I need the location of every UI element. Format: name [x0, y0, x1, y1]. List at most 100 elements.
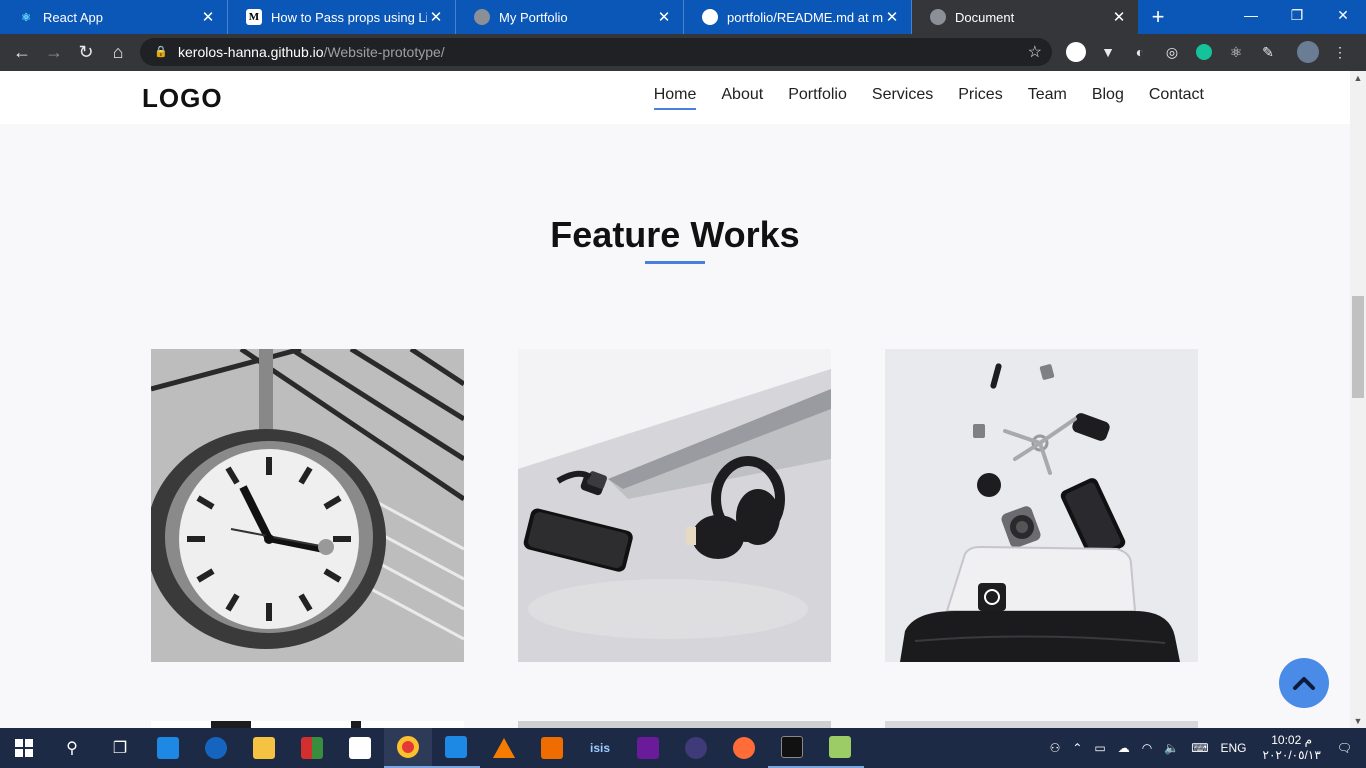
menu-icon[interactable]: ⋮ [1324, 38, 1356, 66]
bookmark-star-icon[interactable]: ☆ [1028, 42, 1042, 62]
react-icon: ⚛ [21, 11, 31, 24]
scroll-up-arrow-icon[interactable]: ▲ [1350, 71, 1366, 85]
browser-tab[interactable]: portfolio/README.md at maste ✕ [684, 0, 912, 34]
edge-icon[interactable] [192, 728, 240, 768]
task-view-icon[interactable]: ❐ [96, 728, 144, 768]
forward-icon[interactable]: → [38, 37, 70, 69]
work-card-keys[interactable] [885, 349, 1198, 662]
extension-icon[interactable] [1060, 38, 1092, 66]
reload-icon[interactable]: ↻ [70, 37, 102, 69]
page-scrollbar[interactable]: ▲ ▼ [1350, 71, 1366, 728]
close-tab-icon[interactable]: ✕ [655, 8, 673, 26]
work-image-peek [151, 721, 464, 728]
app-icon[interactable] [288, 728, 336, 768]
nav-portfolio[interactable]: Portfolio [788, 86, 847, 110]
notification-icon[interactable]: 🗨 [1337, 741, 1352, 755]
station-clock-image [151, 349, 464, 662]
profile-avatar[interactable] [1292, 38, 1324, 66]
work-card-laptop[interactable] [518, 349, 831, 662]
keyboard-icon[interactable]: ⌨ [1191, 741, 1208, 755]
scrollbar-thumb[interactable] [1352, 296, 1364, 398]
windows-start-icon[interactable] [0, 728, 48, 768]
browser-tab[interactable]: M How to Pass props using Link a ✕ [228, 0, 456, 34]
work-card-clock[interactable] [151, 349, 464, 662]
search-icon[interactable]: ⚲ [48, 728, 96, 768]
nav-about[interactable]: About [721, 86, 763, 110]
browser-toolbar: ← → ↻ ⌂ 🔒 kerolos-hanna.github.io/Websit… [0, 34, 1366, 71]
nav-blog[interactable]: Blog [1092, 86, 1124, 110]
file-explorer-icon[interactable] [240, 728, 288, 768]
volume-icon[interactable]: 🔈 [1164, 741, 1179, 755]
browser-tab-active[interactable]: Document ✕ [912, 0, 1138, 34]
close-tab-icon[interactable]: ✕ [427, 8, 445, 26]
url-path: /Website-prototype/ [323, 44, 445, 60]
chevron-up-icon[interactable]: ⌃ [1072, 741, 1082, 755]
tab-title: portfolio/README.md at maste [727, 9, 883, 25]
browser-tab[interactable]: ⚛ React App ✕ [0, 0, 228, 34]
medium-icon: M [246, 9, 262, 25]
nav-team[interactable]: Team [1028, 86, 1067, 110]
close-tab-icon[interactable]: ✕ [1110, 8, 1128, 26]
system-tray: ⚇ ⌃ ▭ ☁ ◠ 🔈 ⌨ ENG 10:02 م ٢٠٢٠/٠٥/١٣ 🗨 [1044, 728, 1366, 768]
nav-home[interactable]: Home [653, 86, 697, 110]
laptop-headphones-image [518, 349, 831, 662]
site-nav: Home About Portfolio Services Prices Tea… [629, 86, 1204, 110]
tab-title: How to Pass props using Link a [271, 9, 427, 25]
isis-icon[interactable]: isis [576, 728, 624, 768]
vlc-icon[interactable] [480, 728, 528, 768]
eclipse-icon[interactable] [672, 728, 720, 768]
pdf-app-icon[interactable] [528, 728, 576, 768]
visual-studio-icon[interactable] [624, 728, 672, 768]
react-devtools-icon[interactable]: ⚛ [1220, 38, 1252, 66]
close-tab-icon[interactable]: ✕ [883, 8, 901, 26]
language-indicator[interactable]: ENG [1221, 741, 1247, 755]
nav-contact[interactable]: Contact [1149, 86, 1204, 110]
extensions-area: ▼ ◐ ◎ ⚛ ✎ ⋮ [1060, 38, 1356, 66]
nav-services[interactable]: Services [872, 86, 933, 110]
site-header: LOGO Home About Portfolio Services Price… [0, 71, 1350, 124]
keys-phone-bag-image [885, 349, 1198, 662]
scroll-down-arrow-icon[interactable]: ▼ [1350, 714, 1366, 728]
windows-taskbar: ⚲ ❐ isis ⚇ ⌃ ▭ ☁ ◠ 🔈 ⌨ ENG 10:02 م ٢٠٢٠/… [0, 728, 1366, 768]
work-card-peek[interactable] [885, 721, 1198, 728]
globe-icon [474, 9, 490, 25]
mail-icon[interactable] [144, 728, 192, 768]
nav-prices[interactable]: Prices [958, 86, 1002, 110]
people-icon[interactable]: ⚇ [1050, 741, 1061, 755]
work-card-peek[interactable] [151, 721, 464, 728]
restore-icon[interactable]: ❐ [1274, 0, 1320, 30]
vscode-icon[interactable] [432, 728, 480, 768]
terminal-icon[interactable] [768, 728, 816, 768]
cloud-icon[interactable]: ☁ [1118, 741, 1130, 755]
extension-icon[interactable]: ◎ [1156, 38, 1188, 66]
clock-time: 10:02 م [1271, 733, 1313, 747]
postman-icon[interactable] [720, 728, 768, 768]
vue-devtools-icon[interactable]: ▼ [1092, 38, 1124, 66]
grammarly-icon[interactable] [1188, 38, 1220, 66]
clock[interactable]: 10:02 م ٢٠٢٠/٠٥/١٣ [1263, 733, 1321, 763]
window-controls: — ❐ ✕ [1228, 0, 1366, 30]
wifi-icon[interactable]: ◠ [1142, 741, 1152, 755]
work-image-peek [885, 721, 1198, 728]
address-bar[interactable]: 🔒 kerolos-hanna.github.io/Website-protot… [140, 38, 1052, 66]
notepad-icon[interactable] [816, 728, 864, 768]
back-icon[interactable]: ← [6, 37, 38, 69]
minimize-icon[interactable]: — [1228, 0, 1274, 30]
tab-title: My Portfolio [499, 9, 568, 25]
store-icon[interactable] [336, 728, 384, 768]
extension-icon[interactable]: ◐ [1124, 38, 1156, 66]
section-title: Feature Works [550, 214, 800, 255]
title-underline [645, 261, 705, 264]
battery-icon[interactable]: ▭ [1094, 741, 1105, 755]
lock-icon: 🔒 [154, 46, 168, 58]
color-picker-icon[interactable]: ✎ [1252, 38, 1284, 66]
new-tab-button[interactable]: + [1138, 0, 1178, 34]
browser-tab[interactable]: My Portfolio ✕ [456, 0, 684, 34]
close-window-icon[interactable]: ✕ [1320, 0, 1366, 30]
close-tab-icon[interactable]: ✕ [199, 8, 217, 26]
home-icon[interactable]: ⌂ [102, 37, 134, 69]
work-card-peek[interactable] [518, 721, 831, 728]
chrome-icon[interactable] [384, 728, 432, 768]
scroll-to-top-button[interactable] [1279, 658, 1329, 708]
site-logo[interactable]: LOGO [142, 83, 223, 114]
